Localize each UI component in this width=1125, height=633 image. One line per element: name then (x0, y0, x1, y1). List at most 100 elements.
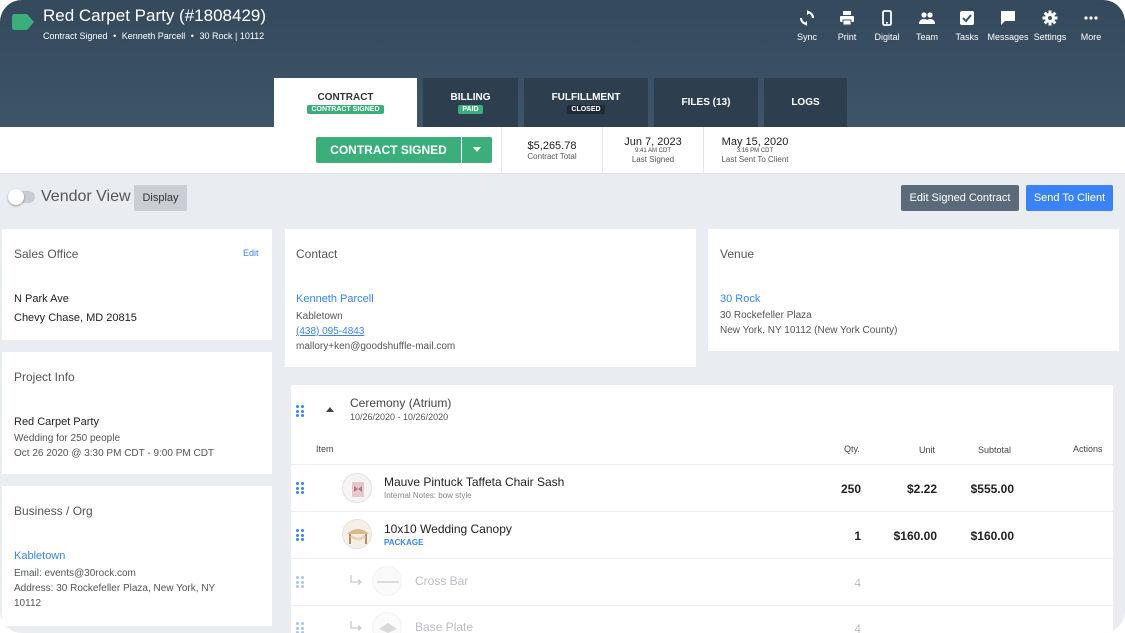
settings-button[interactable]: Settings (1029, 10, 1071, 46)
separator-dot: • (113, 31, 117, 41)
items-panel: Ceremony (Atrium) 10/26/2020 - 10/26/202… (291, 385, 1113, 633)
print-button[interactable]: Print (827, 10, 867, 46)
column-header-subtotal: Subtotal (978, 445, 1012, 455)
package-badge: PACKAGE (384, 538, 424, 547)
contract-action-dropdown[interactable] (462, 137, 492, 163)
tasks-button[interactable]: Tasks (947, 10, 987, 46)
contract-total-label: Contract Total (527, 151, 577, 161)
more-label: More (1080, 32, 1102, 42)
print-label: Print (837, 32, 857, 42)
venue-address-line2: New York, NY 10112 (New York County) (720, 325, 898, 336)
sales-office-address-line2: Chevy Chase, MD 20815 (14, 312, 137, 324)
venue-card: Venue 30 Rock 30 Rockefeller Plaza New Y… (708, 229, 1119, 351)
app-window: Red Carpet Party (#1808429) Contract Sig… (0, 0, 1125, 633)
top-header: Red Carpet Party (#1808429) Contract Sig… (0, 0, 1125, 127)
contract-signed-button[interactable]: CONTRACT SIGNED (316, 137, 461, 163)
project-info-title: Project Info (14, 370, 75, 384)
item-subtotal: $555.00 (970, 482, 1014, 496)
project-name: Red Carpet Party (14, 416, 99, 428)
drag-handle-icon[interactable] (296, 576, 304, 588)
tab-fulfillment[interactable]: FULFILLMENT CLOSED (524, 78, 648, 127)
business-org-card: Business / Org Kabletown Email: events@3… (2, 486, 272, 626)
tab-files[interactable]: FILES (13) (654, 78, 758, 127)
contract-total: $5,265.78 Contract Total (502, 127, 602, 174)
item-name: 10x10 Wedding Canopy (384, 522, 512, 536)
drag-handle-icon[interactable] (296, 622, 304, 633)
contact-email: mallory+ken@goodshuffle-mail.com (296, 341, 456, 352)
team-icon (919, 12, 935, 24)
drag-handle-icon[interactable] (296, 529, 304, 541)
header-venue: 30 Rock | 10112 (199, 31, 265, 41)
sync-button[interactable]: Sync (787, 10, 827, 46)
page-title: Red Carpet Party (#1808429) (43, 6, 267, 25)
header-client: Kenneth Parcell (121, 31, 186, 41)
edit-signed-contract-button[interactable]: Edit Signed Contract (901, 185, 1019, 211)
item-unit-price: $2.22 (906, 482, 937, 496)
digital-button[interactable]: Digital (867, 10, 907, 46)
business-org-title: Business / Org (14, 504, 93, 518)
column-header-actions: Actions (1073, 444, 1103, 454)
divider (291, 464, 1113, 465)
section-title: Ceremony (Atrium) (350, 396, 452, 410)
item-unit-price: $160.00 (893, 529, 937, 543)
tab-logs-label: LOGS (791, 97, 820, 108)
contract-status-bar: CONTRACT SIGNED $5,265.78 Contract Total… (0, 127, 1125, 174)
business-zip: 10112 (14, 598, 42, 609)
more-icon (1084, 16, 1098, 20)
column-header-unit: Unit (919, 445, 936, 455)
cross-bar-thumbnail (372, 566, 402, 596)
business-address: Address: 30 Rockefeller Plaza, New York,… (14, 583, 216, 594)
header-subtitle: Contract Signed • Kenneth Parcell • 30 R… (43, 31, 264, 41)
tab-logs[interactable]: LOGS (764, 78, 847, 127)
venue-name-link[interactable]: 30 Rock (720, 293, 760, 305)
separator-dot: • (190, 31, 194, 41)
subitem-arrow-icon (350, 621, 362, 631)
caret-down-icon (473, 147, 481, 152)
vendor-view-label: Vendor View (41, 188, 131, 205)
contact-phone-link[interactable]: (438) 095-4843 (296, 326, 364, 337)
contact-name-link[interactable]: Kenneth Parcell (296, 293, 374, 305)
phone-icon (882, 10, 892, 26)
drag-handle-icon[interactable] (296, 482, 304, 494)
venue-address-line1: 30 Rockefeller Plaza (720, 310, 812, 321)
messages-button[interactable]: Messages (987, 10, 1029, 46)
more-button[interactable]: More (1071, 10, 1111, 46)
header-status: Contract Signed (43, 31, 108, 41)
base-plate-thumbnail (372, 612, 402, 633)
subitem-arrow-icon (350, 575, 362, 585)
team-label: Team (915, 32, 938, 42)
fulfillment-status-badge: CLOSED (567, 104, 605, 114)
vendor-view-toggle[interactable] (8, 189, 35, 205)
column-header-item: Item (316, 444, 334, 454)
last-sent-time: 3:16 PM CDT (736, 148, 774, 154)
billing-status-badge: PAID (458, 104, 483, 114)
tab-contract[interactable]: CONTRACT CONTRACT SIGNED (274, 78, 417, 127)
item-qty: 1 (854, 529, 861, 543)
last-sent-label: Last Sent To Client (721, 155, 789, 164)
sales-office-card: Sales Office Edit N Park Ave Chevy Chase… (2, 229, 272, 340)
item-qty: 4 (854, 622, 861, 633)
team-button[interactable]: Team (907, 10, 947, 46)
business-name-link[interactable]: Kabletown (14, 550, 65, 562)
message-icon (1001, 11, 1015, 25)
item-name: Base Plate (415, 620, 474, 633)
item-qty: 250 (840, 482, 861, 496)
drag-handle-icon[interactable] (296, 405, 304, 417)
tab-billing[interactable]: BILLING PAID (423, 78, 518, 127)
item-qty: 4 (854, 576, 861, 590)
send-to-client-button[interactable]: Send To Client (1026, 185, 1113, 211)
sales-office-title: Sales Office (14, 247, 79, 261)
sync-label: Sync (796, 32, 817, 42)
section-dates: 10/26/2020 - 10/26/2020 (350, 412, 449, 422)
gear-icon (1042, 10, 1058, 26)
collapse-caret-icon[interactable] (326, 406, 334, 412)
print-icon (840, 11, 854, 26)
sales-office-edit-link[interactable]: Edit (243, 248, 259, 258)
toggle-knob (8, 189, 24, 205)
display-button[interactable]: Display (134, 185, 187, 211)
messages-label: Messages (987, 32, 1029, 42)
divider (291, 511, 1113, 512)
canopy-thumbnail (342, 519, 372, 549)
project-description: Wedding for 250 people (14, 433, 121, 444)
tag-icon (12, 14, 34, 30)
